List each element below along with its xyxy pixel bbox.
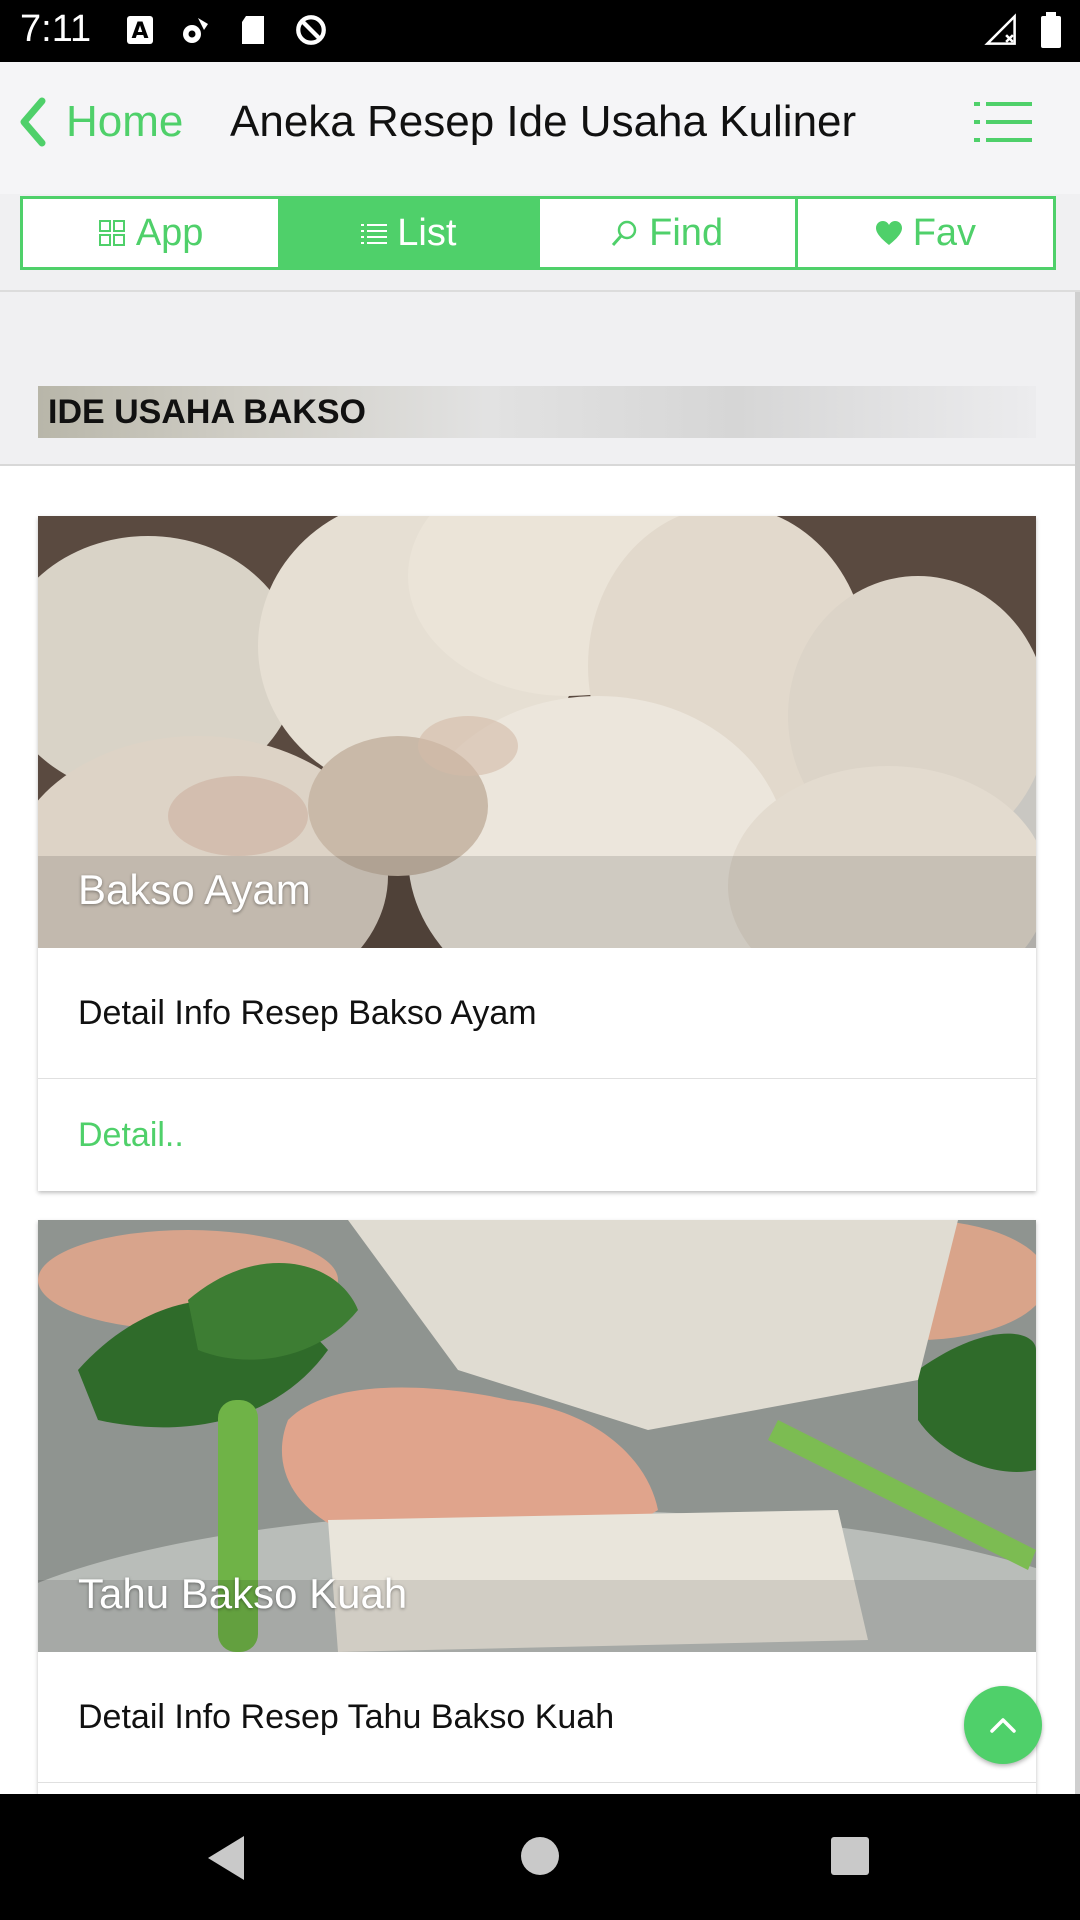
- recipe-image[interactable]: Bakso Ayam: [38, 516, 1036, 948]
- list-icon: [361, 224, 388, 244]
- detail-link[interactable]: Detail..: [38, 1079, 1036, 1191]
- settings-gear-icon: [183, 18, 208, 43]
- search-icon: [612, 220, 637, 246]
- tab-app-label: App: [135, 211, 204, 254]
- signal-icon: [984, 13, 1016, 45]
- recipe-description: Detail Info Resep Tahu Bakso Kuah: [38, 1652, 1036, 1783]
- recipe-list: Bakso Ayam Detail Info Resep Bakso Ayam …: [0, 466, 1075, 1794]
- recipe-description: Detail Info Resep Bakso Ayam: [38, 948, 1036, 1079]
- tab-fav[interactable]: Fav: [798, 199, 1053, 267]
- grid-icon: [98, 220, 125, 246]
- status-time: 7:11: [20, 8, 92, 50]
- recipe-caption: Bakso Ayam: [78, 866, 311, 913]
- status-bar: 7:11 A: [0, 0, 1080, 62]
- heart-icon: [875, 221, 902, 245]
- back-triangle-icon[interactable]: [204, 1834, 248, 1882]
- detail-link[interactable]: [38, 1783, 1036, 1794]
- scrollbar[interactable]: [1075, 292, 1080, 1794]
- accessibility-a-icon: A: [127, 16, 153, 44]
- app-header: Home Aneka Resep Ide Usaha Kuliner: [0, 62, 1080, 194]
- chevron-up-icon: [990, 1718, 1016, 1733]
- page-title: Aneka Resep Ide Usaha Kuliner: [230, 97, 857, 146]
- battery-icon: [1041, 12, 1061, 48]
- tab-list-label: List: [397, 211, 457, 254]
- recipe-card[interactable]: Tahu Bakso Kuah Detail Info Resep Tahu B…: [38, 1220, 1036, 1794]
- scroll-top-button[interactable]: [964, 1686, 1042, 1764]
- tab-find-label: Find: [649, 211, 724, 254]
- back-button[interactable]: Home: [18, 92, 183, 152]
- recipe-caption: Tahu Bakso Kuah: [78, 1570, 408, 1617]
- home-circle-icon[interactable]: [520, 1836, 560, 1876]
- sd-card-icon: [242, 16, 264, 44]
- chevron-left-icon: [20, 97, 46, 147]
- section-header: IDE USAHA BAKSO: [0, 292, 1075, 466]
- recipe-card[interactable]: Bakso Ayam Detail Info Resep Bakso Ayam …: [38, 516, 1036, 1191]
- no-disturb-icon: [296, 15, 326, 45]
- tab-fav-label: Fav: [912, 211, 977, 254]
- back-label: Home: [66, 97, 184, 146]
- system-nav-bar: [0, 1794, 1080, 1920]
- tab-list[interactable]: List: [281, 199, 540, 267]
- menu-list-icon[interactable]: [974, 98, 1034, 146]
- recipe-image[interactable]: Tahu Bakso Kuah: [38, 1220, 1036, 1652]
- tab-app[interactable]: App: [23, 199, 282, 267]
- section-title: IDE USAHA BAKSO: [38, 386, 1036, 438]
- recents-square-icon[interactable]: [830, 1836, 870, 1876]
- tab-find[interactable]: Find: [540, 199, 798, 267]
- svg-text:A: A: [131, 19, 148, 44]
- tab-bar: App List Find Fav: [20, 196, 1056, 270]
